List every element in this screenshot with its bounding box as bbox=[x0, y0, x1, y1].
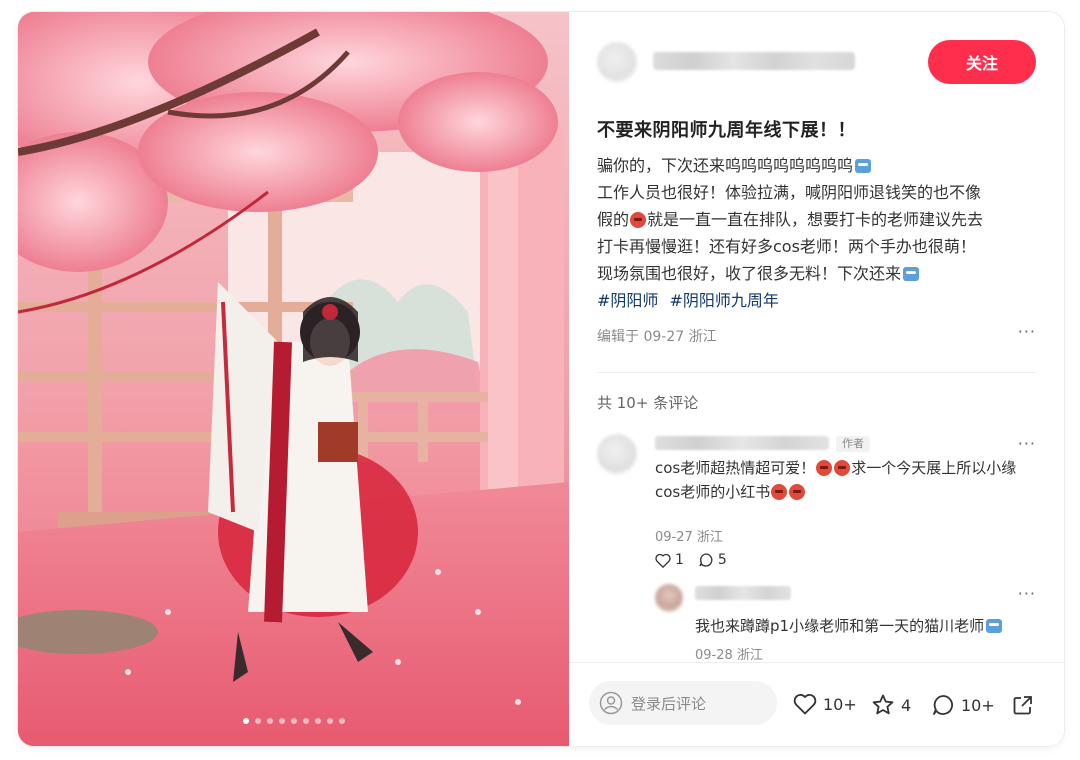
angry-emoji-icon bbox=[816, 460, 833, 476]
carousel-dot[interactable] bbox=[290, 718, 297, 724]
heart-icon bbox=[793, 694, 817, 715]
post-text: 现场氛围也很好，收了很多无料！下次还来 bbox=[597, 264, 902, 283]
hashtag-link[interactable]: #阴阳师九周年 bbox=[670, 291, 779, 310]
post-title: 不要来阴阳师九周年线下展！！ bbox=[597, 120, 856, 141]
comment-input[interactable]: 登录后评论 bbox=[589, 681, 777, 725]
angry-emoji-icon bbox=[834, 460, 851, 476]
angry-emoji-icon bbox=[771, 484, 788, 500]
divider bbox=[597, 372, 1036, 373]
comment-like-button[interactable]: 1 bbox=[655, 552, 684, 568]
post-edit-info: 编辑于 09-27 浙江 bbox=[597, 329, 717, 345]
crying-emoji-icon bbox=[903, 267, 920, 281]
comment-input-placeholder: 登录后评论 bbox=[631, 694, 707, 713]
carousel-dot[interactable] bbox=[338, 718, 345, 724]
author-name-blurred[interactable] bbox=[653, 52, 855, 70]
comment-icon bbox=[933, 695, 953, 715]
comment-reply-count: 5 bbox=[717, 552, 727, 568]
carousel-dots[interactable] bbox=[18, 718, 569, 724]
collect-button[interactable]: 4 bbox=[871, 693, 911, 717]
author-badge: 作者 bbox=[836, 436, 870, 452]
carousel-dot[interactable] bbox=[242, 718, 249, 724]
star-icon bbox=[872, 694, 894, 715]
angry-emoji-icon bbox=[630, 212, 647, 228]
comment-text-part: cos老师的小红书 bbox=[655, 483, 771, 501]
post-text: 骗你的，下次还来呜呜呜呜呜呜呜呜 bbox=[597, 156, 854, 175]
post-body: 骗你的，下次还来呜呜呜呜呜呜呜呜 工作人员也很好！体验拉满，喊阴阳师退钱笑的也不… bbox=[597, 152, 1042, 314]
carousel-dot[interactable] bbox=[314, 718, 321, 724]
carousel-dot[interactable] bbox=[302, 718, 309, 724]
post-body-line: 工作人员也很好！体验拉满，喊阴阳师退钱笑的也不像 bbox=[597, 183, 982, 202]
comment-count-bottom: 10+ bbox=[961, 695, 995, 715]
post-more-icon[interactable]: ··· bbox=[1018, 322, 1036, 341]
post-card: 关注 不要来阴阳师九周年线下展！！ 骗你的，下次还来呜呜呜呜呜呜呜呜 工作人员也… bbox=[18, 12, 1064, 746]
author-row: 关注 bbox=[597, 40, 1036, 84]
carousel-dot[interactable] bbox=[266, 718, 273, 724]
author-avatar[interactable] bbox=[597, 42, 637, 82]
comment-text-part: 求一个今天展上所以小缘 bbox=[851, 459, 1017, 477]
post-tags: #阴阳师 #阴阳师九周年 bbox=[597, 287, 1042, 314]
post-detail-panel: 关注 不要来阴阳师九周年线下展！！ 骗你的，下次还来呜呜呜呜呜呜呜呜 工作人员也… bbox=[569, 12, 1064, 746]
carousel-dot[interactable] bbox=[278, 718, 285, 724]
comment-meta: 09-27 浙江 bbox=[655, 530, 723, 545]
reply-text: 我也来蹲蹲p1小缘老师和第一天的猫川老师 bbox=[695, 614, 1015, 638]
post-body-line: 假的 就是一直一直在排队，想要打卡的老师建议先去 bbox=[597, 206, 1042, 233]
share-button[interactable] bbox=[1011, 693, 1035, 717]
post-body-line: 打卡再慢慢逛！还有好多cos老师！两个手办也很萌！ bbox=[597, 237, 976, 256]
comment-icon bbox=[699, 553, 713, 567]
comment-more-icon[interactable]: ··· bbox=[1018, 434, 1036, 453]
post-body-line: 现场氛围也很好，收了很多无料！下次还来 bbox=[597, 260, 1042, 287]
follow-button[interactable]: 关注 bbox=[928, 40, 1036, 84]
post-meta: 编辑于 09-27 浙江 ··· bbox=[597, 322, 1036, 346]
reply-more-icon[interactable]: ··· bbox=[1018, 584, 1036, 603]
collect-count: 4 bbox=[901, 695, 912, 715]
replier-name-blurred[interactable] bbox=[695, 586, 791, 600]
comment-like-count: 1 bbox=[675, 552, 684, 568]
comment-reply-button[interactable]: 5 bbox=[698, 552, 727, 568]
reply-item: ··· 我也来蹲蹲p1小缘老师和第一天的猫川老师 09-28 浙江 bbox=[655, 584, 1036, 664]
post-text: 就是一直一直在排队，想要打卡的老师建议先去 bbox=[647, 210, 984, 229]
comment-text-part: cos老师超热情超可爱！ bbox=[655, 459, 816, 477]
crying-emoji-icon bbox=[986, 619, 1003, 633]
comment-text: cos老师超热情超可爱！ 求一个今天展上所以小缘 cos老师的小红书 bbox=[655, 456, 1039, 504]
commenter-name-blurred[interactable] bbox=[655, 436, 829, 450]
comment-count: 共 10+ 条评论 bbox=[597, 394, 699, 412]
reply-text-part: 我也来蹲蹲p1小缘老师和第一天的猫川老师 bbox=[695, 617, 985, 635]
post-photo[interactable] bbox=[18, 12, 569, 746]
user-icon bbox=[599, 691, 623, 715]
replier-avatar[interactable] bbox=[655, 584, 683, 612]
post-body-line: 骗你的，下次还来呜呜呜呜呜呜呜呜 bbox=[597, 152, 1042, 179]
bottom-action-bar: 登录后评论 10+ 4 10+ bbox=[569, 662, 1064, 746]
like-button[interactable]: 10+ bbox=[793, 693, 857, 715]
like-count: 10+ bbox=[823, 694, 857, 714]
comment-button[interactable]: 10+ bbox=[931, 693, 995, 717]
post-text: 假的 bbox=[597, 210, 630, 229]
reply-meta: 09-28 浙江 bbox=[695, 648, 763, 663]
angry-emoji-icon bbox=[789, 484, 806, 500]
carousel-dot[interactable] bbox=[326, 718, 333, 724]
hashtag-link[interactable]: #阴阳师 bbox=[597, 291, 658, 310]
comment-item: 作者 ··· cos老师超热情超可爱！ 求一个今天展上所以小缘 cos老师的小红书… bbox=[597, 434, 1036, 574]
photo-illustration bbox=[18, 12, 569, 746]
comment-actions: 1 5 bbox=[655, 552, 727, 568]
commenter-avatar[interactable] bbox=[597, 434, 637, 474]
crying-emoji-icon bbox=[855, 159, 872, 173]
carousel-dot[interactable] bbox=[254, 718, 261, 724]
share-icon bbox=[1013, 696, 1032, 715]
heart-icon bbox=[655, 553, 671, 568]
